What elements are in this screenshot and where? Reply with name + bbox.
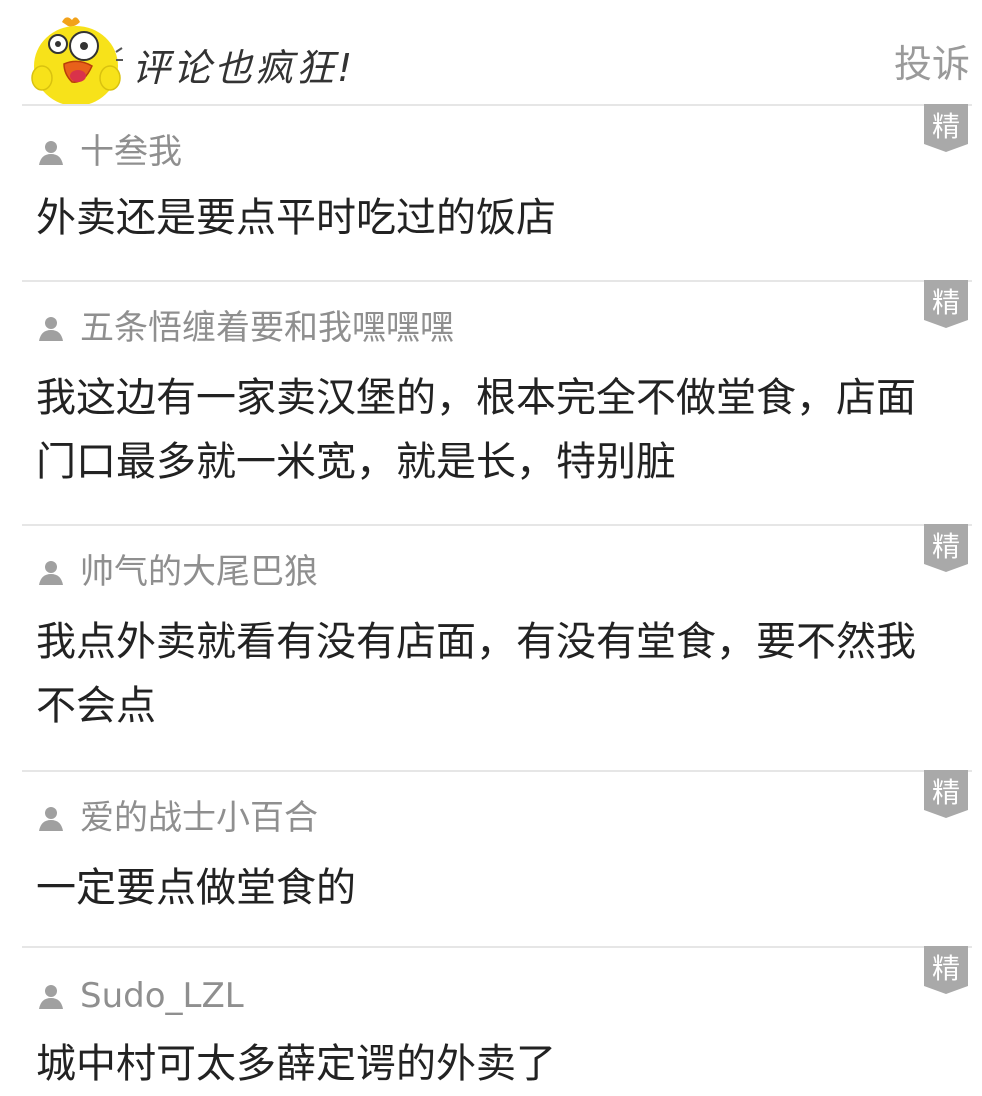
- author-name: 十叁我: [80, 132, 182, 172]
- featured-badge: 精: [924, 946, 968, 994]
- user-icon: [39, 561, 63, 585]
- author-name: 帅气的大尾巴狼: [80, 552, 318, 592]
- svg-text:精: 精: [932, 952, 960, 985]
- featured-badge: 精: [924, 524, 968, 572]
- user-icon: [39, 985, 63, 1009]
- comment-text: 我点外卖就看有没有店面，有没有堂食，要不然我不会点: [36, 619, 916, 729]
- comment-item: 精 五条悟缠着要和我嘿嘿嘿 我这边有一家卖汉堡的，根本完全不做堂食，店面门口最多…: [22, 280, 972, 526]
- author-name: 五条悟缠着要和我嘿嘿嘿: [80, 308, 454, 348]
- comment-item: 精 Sudo_LZL 城中村可太多薛定谔的外卖了: [22, 946, 972, 1096]
- svg-text:精: 精: [932, 530, 960, 563]
- featured-badge: 精: [924, 280, 968, 328]
- user-icon: [39, 807, 63, 831]
- comment-item: 精 十叁我 外卖还是要点平时吃过的饭店: [22, 104, 972, 282]
- featured-badge: 精: [924, 770, 968, 818]
- report-button[interactable]: 投诉: [894, 36, 970, 92]
- comment-author: 帅气的大尾巴狼: [38, 548, 318, 596]
- comments-header: 评论也疯狂! 投诉: [0, 0, 982, 106]
- comment-author: 五条悟缠着要和我嘿嘿嘿: [38, 304, 454, 352]
- comment-author: 爱的战士小百合: [38, 794, 318, 842]
- featured-badge: 精: [924, 104, 968, 152]
- section-title: 评论也疯狂!: [132, 46, 356, 90]
- svg-text:精: 精: [932, 776, 960, 809]
- user-icon: [39, 141, 63, 165]
- comment-author: Sudo_LZL: [38, 972, 244, 1020]
- author-name: 爱的战士小百合: [80, 798, 318, 838]
- comment-author: 十叁我: [38, 128, 182, 176]
- user-icon: [39, 317, 63, 341]
- comment-text: 一定要点做堂食的: [36, 865, 356, 911]
- author-name: Sudo_LZL: [80, 976, 244, 1016]
- mascot-icon: [31, 17, 123, 106]
- svg-text:精: 精: [932, 110, 960, 143]
- comment-text: 我这边有一家卖汉堡的，根本完全不做堂食，店面门口最多就一米宽，就是长，特别脏: [36, 375, 916, 485]
- comment-text: 外卖还是要点平时吃过的饭店: [36, 195, 556, 241]
- comment-text: 城中村可太多薛定谔的外卖了: [36, 1041, 556, 1087]
- comment-item: 精 帅气的大尾巴狼 我点外卖就看有没有店面，有没有堂食，要不然我不会点: [22, 524, 972, 772]
- comment-item: 精 爱的战士小百合 一定要点做堂食的: [22, 770, 972, 948]
- svg-text:精: 精: [932, 286, 960, 319]
